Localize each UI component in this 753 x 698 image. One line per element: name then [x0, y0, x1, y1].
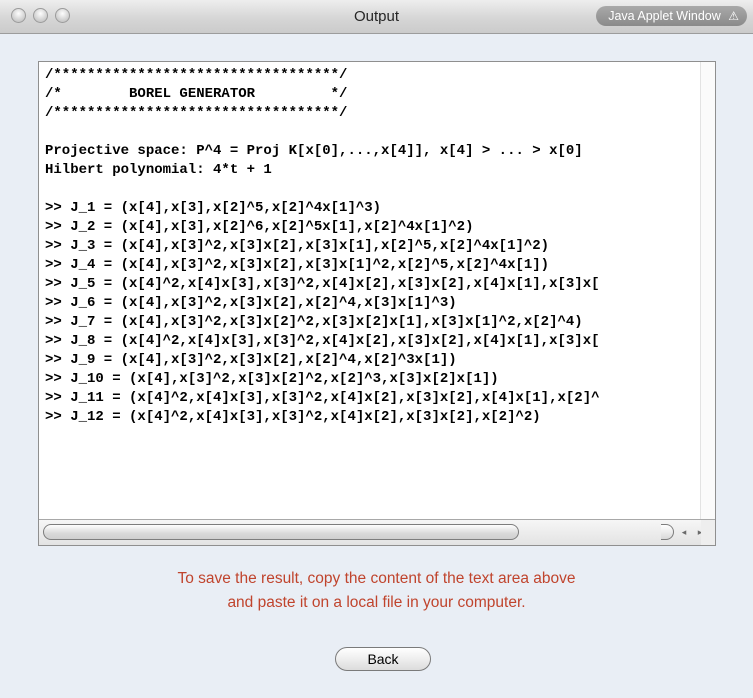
- horizontal-scroll-track-end: [661, 524, 674, 540]
- save-instructions: To save the result, copy the content of …: [0, 567, 753, 615]
- save-instructions-line-1: To save the result, copy the content of …: [177, 570, 576, 587]
- warning-icon: ⚠: [728, 9, 739, 23]
- scrollbar-corner: [701, 520, 715, 545]
- horizontal-scrollbar[interactable]: ◂ ▸: [39, 519, 715, 545]
- output-text-area[interactable]: /**********************************/ /* …: [38, 61, 716, 546]
- scroll-left-arrow-icon[interactable]: ◂: [677, 525, 691, 539]
- java-applet-badge: Java Applet Window ⚠: [596, 6, 747, 26]
- back-button[interactable]: Back: [335, 647, 431, 671]
- save-instructions-line-2: and paste it on a local file in your com…: [227, 594, 526, 611]
- horizontal-scroll-thumb[interactable]: [43, 524, 519, 540]
- output-text[interactable]: /**********************************/ /* …: [45, 66, 600, 427]
- vertical-scrollbar[interactable]: [700, 62, 715, 520]
- applet-badge-label: Java Applet Window: [608, 9, 721, 23]
- output-window: Output Java Applet Window ⚠ /***********…: [0, 0, 753, 698]
- title-bar[interactable]: Output Java Applet Window ⚠: [0, 0, 753, 34]
